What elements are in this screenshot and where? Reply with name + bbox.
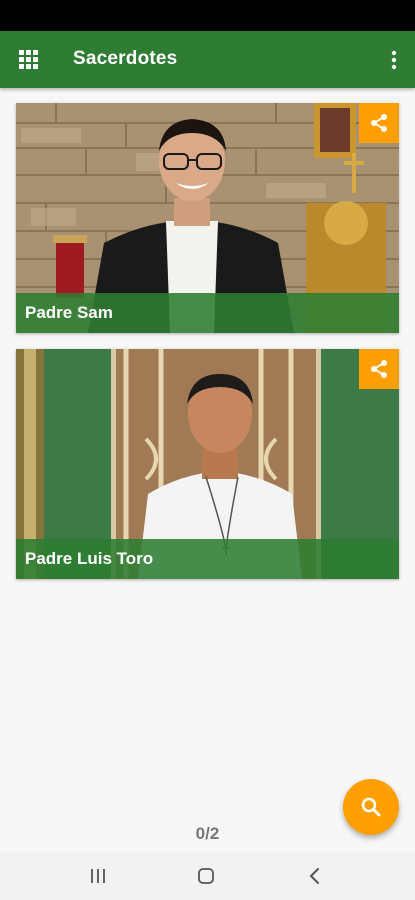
priest-card[interactable]: Padre Luis Toro [16, 349, 399, 579]
back-icon[interactable] [306, 867, 324, 885]
status-bar [0, 0, 415, 31]
grid-apps-icon[interactable] [19, 50, 38, 69]
system-nav-bar [0, 852, 415, 900]
page-title: Sacerdotes [73, 48, 178, 69]
more-vert-icon[interactable] [387, 48, 401, 72]
app-bar: Sacerdotes [0, 31, 415, 88]
priest-name: Padre Luis Toro [16, 539, 399, 579]
search-button[interactable] [343, 779, 399, 835]
share-icon[interactable] [359, 349, 399, 389]
priest-name: Padre Sam [16, 293, 399, 333]
priest-card[interactable]: Padre Sam [16, 103, 399, 333]
recent-apps-icon[interactable] [89, 867, 107, 885]
search-icon [361, 797, 381, 817]
home-icon[interactable] [197, 867, 215, 885]
share-icon[interactable] [359, 103, 399, 143]
